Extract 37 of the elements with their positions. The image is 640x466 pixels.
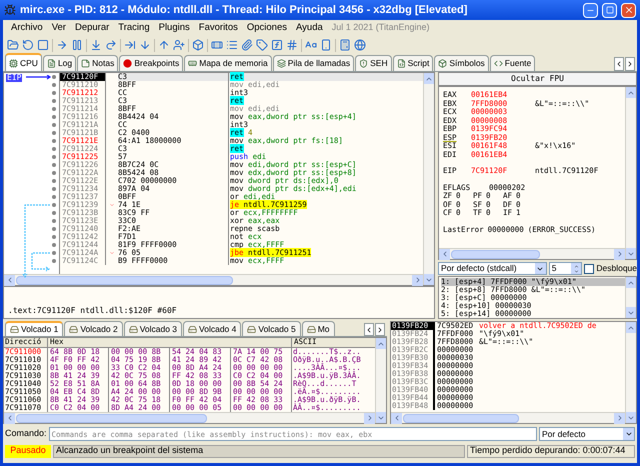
tab[interactable]: CPU	[5, 53, 42, 71]
status-indicator: Pausado	[5, 444, 51, 458]
menu-item[interactable]: Archivo	[7, 20, 47, 36]
status-message: Alcanzado un breakpoint del sistema	[53, 444, 465, 458]
tab[interactable]: Símbolos	[434, 55, 489, 71]
menu-item[interactable]: Ayuda	[292, 20, 327, 36]
tab[interactable]: Pila de llamadas	[272, 55, 354, 71]
tab[interactable]: Notas	[77, 55, 118, 71]
calling-convention-select[interactable]: Por defecto (stdcall)	[438, 262, 547, 275]
command-label: Comando:	[5, 427, 47, 440]
build-info: Jul 1 2021 (TitanEngine)	[330, 21, 430, 34]
tab[interactable]: Breakpoints	[119, 55, 184, 71]
tab[interactable]: Mo	[302, 321, 335, 336]
tab[interactable]: SEH	[355, 55, 392, 71]
menu-item[interactable]: Favoritos	[194, 20, 242, 36]
tab[interactable]: Log	[42, 55, 76, 71]
command-mode-select[interactable]: Por defecto	[539, 427, 635, 441]
menu-item[interactable]: Ver	[48, 20, 70, 36]
hide-fpu-button[interactable]: Ocultar FPU	[438, 72, 637, 86]
tab[interactable]: Volcado 2	[64, 321, 123, 336]
eip-label: EIP	[6, 74, 22, 82]
tab[interactable]: Volcado 1	[5, 321, 64, 336]
argument-count-spinner[interactable]: 5	[548, 262, 582, 275]
tab[interactable]: Script	[392, 55, 434, 71]
menu-item[interactable]: Tracing	[114, 20, 154, 36]
tab[interactable]: Volcado 5	[242, 321, 301, 336]
tab[interactable]: Fuente	[490, 55, 536, 71]
window-title: mirc.exe - PID: 812 - Módulo: ntdll.dll - Thread: Hilo Principal 3456 - x32dbg [Elevated]	[20, 2, 468, 18]
tab[interactable]: Volcado 4	[183, 321, 242, 336]
tab[interactable]: Volcado 3	[124, 321, 182, 336]
elapsed-time: Tiempo perdido depurando: 0:00:07:44	[467, 444, 635, 458]
menu-item[interactable]: Depurar	[70, 20, 114, 36]
address-info: .text:7C91120F ntdll.dll:$120F #60F	[8, 305, 177, 317]
menu-item[interactable]: Opciones	[242, 20, 291, 36]
tab[interactable]: Mapa de memoria	[184, 55, 272, 71]
menu-item[interactable]: Plugins	[154, 20, 194, 36]
unlock-label: Desbloque	[596, 262, 637, 275]
